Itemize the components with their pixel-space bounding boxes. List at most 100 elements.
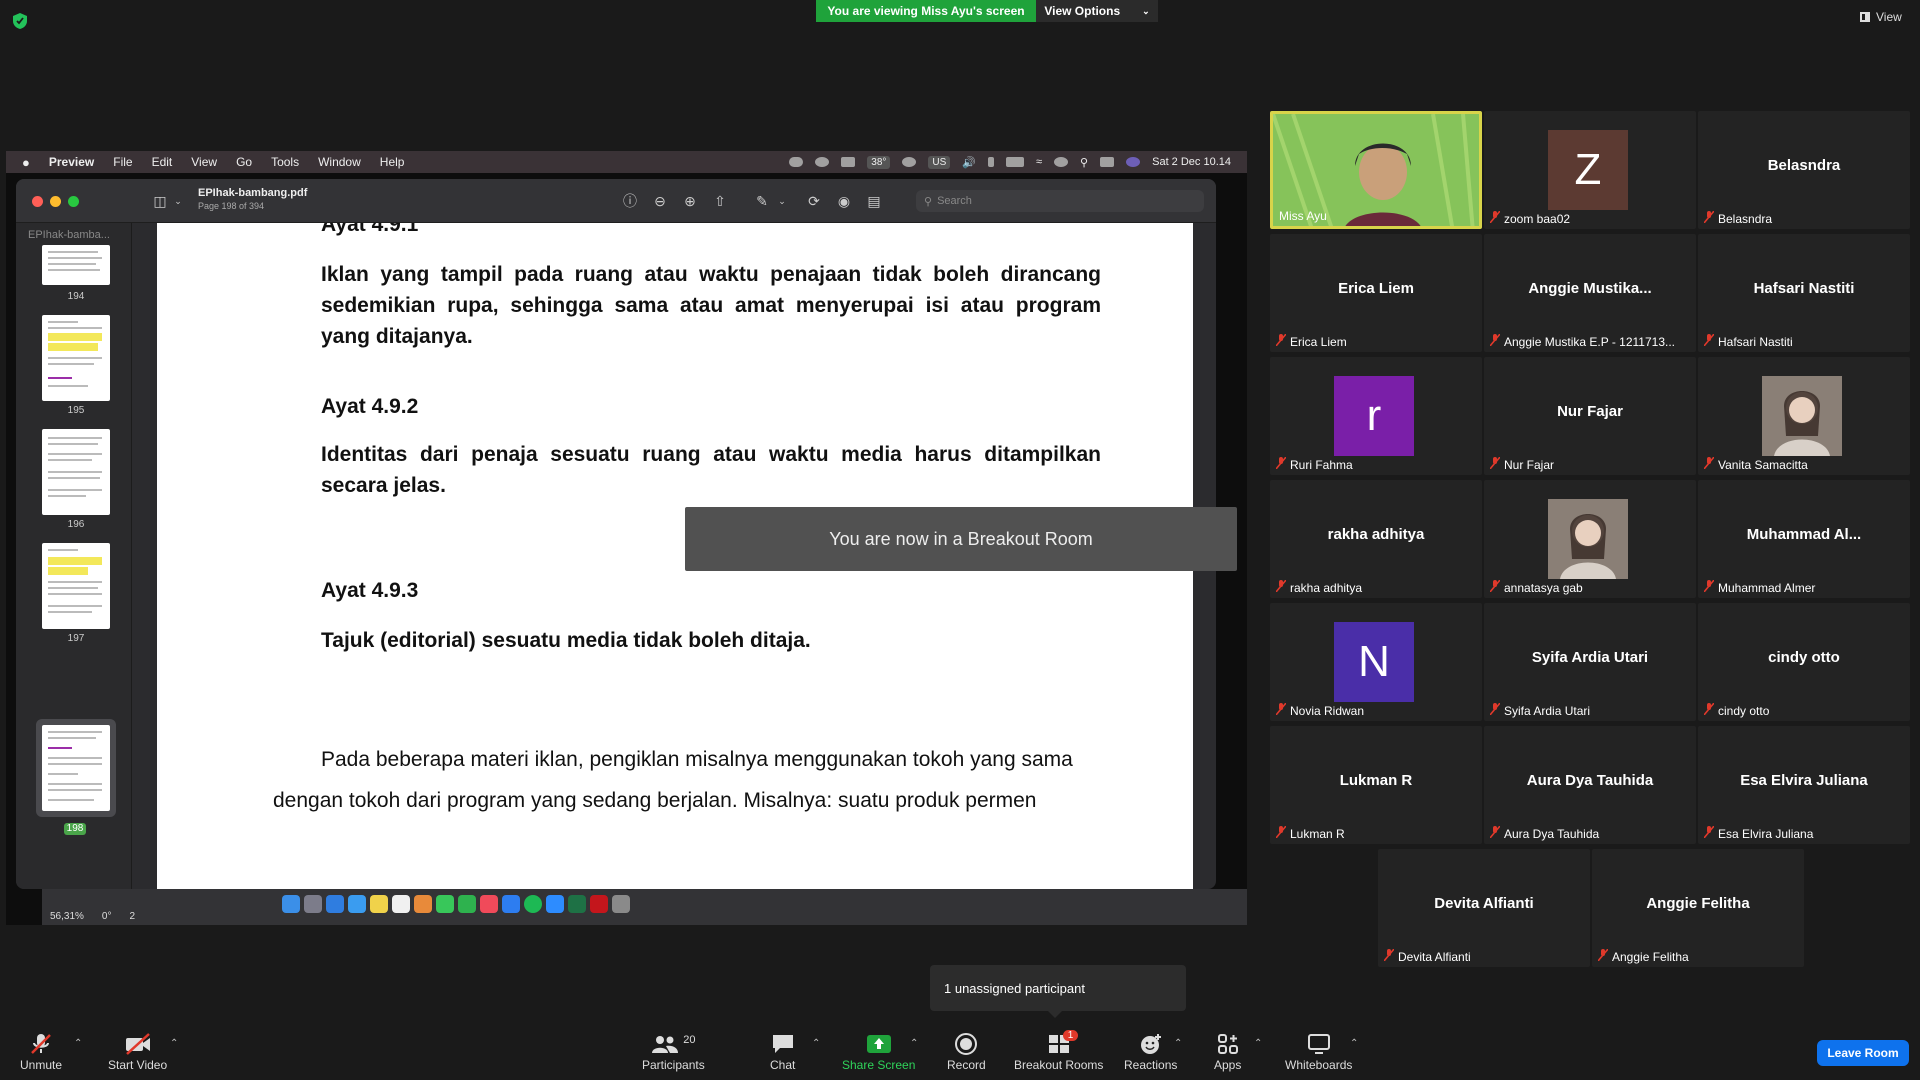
menu-view[interactable]: View bbox=[191, 155, 217, 169]
participant-tile[interactable]: Lukman R Lukman R bbox=[1270, 726, 1482, 844]
battery-icon[interactable] bbox=[1006, 157, 1024, 167]
spotify-icon[interactable] bbox=[524, 895, 542, 913]
safari-icon[interactable] bbox=[326, 895, 344, 913]
participant-tile[interactable]: Esa Elvira Juliana Esa Elvira Juliana bbox=[1698, 726, 1910, 844]
page-thumbnail[interactable] bbox=[42, 245, 110, 285]
zoom-in-icon[interactable]: ⊕ bbox=[682, 193, 698, 209]
participant-tile[interactable]: cindy otto cindy otto bbox=[1698, 603, 1910, 721]
menu-edit[interactable]: Edit bbox=[152, 155, 173, 169]
appstore-icon[interactable] bbox=[502, 895, 520, 913]
view-options-button[interactable]: View Options ⌄ bbox=[1036, 0, 1158, 22]
rotation-value[interactable]: 0° bbox=[102, 911, 112, 922]
menu-preview[interactable]: Preview bbox=[49, 155, 94, 169]
participant-tile[interactable]: Syifa Ardia Utari Syifa Ardia Utari bbox=[1484, 603, 1696, 721]
zoom-out-icon[interactable]: ⊖ bbox=[652, 193, 668, 209]
share-screen-button[interactable]: Share Screen bbox=[842, 1030, 915, 1078]
participant-tile[interactable]: Erica Liem Erica Liem bbox=[1270, 234, 1482, 352]
menu-window[interactable]: Window bbox=[318, 155, 361, 169]
participant-tile[interactable]: Devita Alfianti Devita Alfianti bbox=[1378, 849, 1590, 967]
siri-icon[interactable] bbox=[1126, 157, 1141, 167]
page-number[interactable]: 2 bbox=[129, 911, 135, 922]
wifi-icon[interactable]: ≈ bbox=[1036, 156, 1042, 168]
leave-room-button[interactable]: Leave Room bbox=[1817, 1040, 1909, 1066]
cloud-icon[interactable] bbox=[789, 157, 804, 167]
participant-tile[interactable]: N Novia Ridwan bbox=[1270, 603, 1482, 721]
menubar-datetime[interactable]: Sat 2 Dec 10.14 bbox=[1152, 156, 1231, 168]
participant-tile[interactable]: rakha adhitya rakha adhitya bbox=[1270, 480, 1482, 598]
volume-icon[interactable]: 🔊 bbox=[962, 156, 976, 169]
finder-icon[interactable] bbox=[282, 895, 300, 913]
page-thumbnail[interactable] bbox=[42, 543, 110, 629]
whiteboards-options-caret-icon[interactable]: ⌃ bbox=[1350, 1038, 1358, 1049]
temperature-indicator[interactable]: 38° bbox=[867, 155, 891, 169]
participant-tile[interactable]: annatasya gab bbox=[1484, 480, 1696, 598]
status-app-icon-2[interactable] bbox=[841, 157, 856, 167]
music-icon[interactable] bbox=[480, 895, 498, 913]
security-shield-icon[interactable] bbox=[12, 12, 28, 30]
markup-pen-icon[interactable]: ✎ bbox=[754, 193, 770, 209]
reactions-options-caret-icon[interactable]: ⌃ bbox=[1174, 1038, 1182, 1049]
audio-options-caret-icon[interactable]: ⌃ bbox=[74, 1038, 82, 1049]
messages-icon[interactable] bbox=[436, 895, 454, 913]
trash-icon[interactable] bbox=[612, 895, 630, 913]
chevron-down-icon[interactable]: ⌄ bbox=[170, 193, 186, 209]
sidebar-toggle-icon[interactable]: ◫ bbox=[152, 193, 168, 209]
record-button[interactable]: Record bbox=[947, 1030, 986, 1078]
page-thumbnail-selected[interactable] bbox=[42, 725, 110, 811]
form-fill-icon[interactable]: ▤ bbox=[866, 193, 882, 209]
participant-tile[interactable]: Miss Ayu bbox=[1270, 111, 1482, 229]
acrobat-icon[interactable] bbox=[590, 895, 608, 913]
bluetooth-icon[interactable] bbox=[988, 157, 994, 167]
mail-icon[interactable] bbox=[348, 895, 366, 913]
apple-icon[interactable]: ● bbox=[22, 155, 30, 170]
participant-tile[interactable]: Aura Dya Tauhida Aura Dya Tauhida bbox=[1484, 726, 1696, 844]
page-thumbnail[interactable] bbox=[42, 429, 110, 515]
menu-file[interactable]: File bbox=[113, 155, 132, 169]
launchpad-icon[interactable] bbox=[304, 895, 322, 913]
start-video-button[interactable]: Start Video bbox=[108, 1030, 167, 1078]
minimize-window-icon[interactable] bbox=[50, 196, 61, 207]
participant-tile[interactable]: Hafsari Nastiti Hafsari Nastiti bbox=[1698, 234, 1910, 352]
maximize-window-icon[interactable] bbox=[68, 196, 79, 207]
video-options-caret-icon[interactable]: ⌃ bbox=[170, 1038, 178, 1049]
breakout-rooms-button[interactable]: 1 Breakout Rooms bbox=[1014, 1030, 1103, 1078]
chat-button[interactable]: Chat bbox=[770, 1030, 795, 1078]
close-window-icon[interactable] bbox=[32, 196, 43, 207]
participant-tile[interactable]: Anggie Mustika... Anggie Mustika E.P - 12… bbox=[1484, 234, 1696, 352]
apps-options-caret-icon[interactable]: ⌃ bbox=[1254, 1038, 1262, 1049]
participant-tile[interactable]: Anggie Felitha Anggie Felitha bbox=[1592, 849, 1804, 967]
menu-tools[interactable]: Tools bbox=[271, 155, 299, 169]
user-icon[interactable] bbox=[1054, 157, 1069, 167]
menu-go[interactable]: Go bbox=[236, 155, 252, 169]
reactions-button[interactable]: Reactions bbox=[1124, 1030, 1177, 1078]
search-field[interactable]: ⚲ Search bbox=[916, 190, 1204, 212]
menu-help[interactable]: Help bbox=[380, 155, 405, 169]
participant-tile[interactable]: Muhammad Al... Muhammad Almer bbox=[1698, 480, 1910, 598]
participant-tile[interactable]: Zzoom baa02 bbox=[1484, 111, 1696, 229]
zoom-level[interactable]: 56,31% bbox=[50, 911, 84, 922]
apps-button[interactable]: Apps bbox=[1214, 1030, 1241, 1078]
facetime-icon[interactable] bbox=[458, 895, 476, 913]
share-options-caret-icon[interactable]: ⌃ bbox=[910, 1038, 918, 1049]
photos-icon[interactable] bbox=[414, 895, 432, 913]
rotate-icon[interactable]: ⟳ bbox=[806, 193, 822, 209]
chat-options-caret-icon[interactable]: ⌃ bbox=[812, 1038, 820, 1049]
notes-icon[interactable] bbox=[370, 895, 388, 913]
participant-tile[interactable]: Nur Fajar Nur Fajar bbox=[1484, 357, 1696, 475]
control-center-icon[interactable] bbox=[1100, 157, 1115, 167]
status-app-icon[interactable] bbox=[815, 157, 830, 167]
participant-tile[interactable]: Belasndra Belasndra bbox=[1698, 111, 1910, 229]
unmute-button[interactable]: Unmute bbox=[20, 1030, 62, 1078]
spotlight-search-icon[interactable]: ⚲ bbox=[1080, 156, 1088, 169]
calendar-icon[interactable] bbox=[392, 895, 410, 913]
page-thumbnail[interactable] bbox=[42, 315, 110, 401]
share-icon[interactable]: ⇧ bbox=[712, 193, 728, 209]
chevron-down-icon[interactable]: ⌄ bbox=[774, 193, 790, 209]
info-icon[interactable]: ⓘ bbox=[622, 193, 638, 209]
clock-icon[interactable] bbox=[902, 157, 917, 167]
participant-tile[interactable]: r Ruri Fahma bbox=[1270, 357, 1482, 475]
participant-tile[interactable]: Vanita Samacitta bbox=[1698, 357, 1910, 475]
markup-icon[interactable]: ◉ bbox=[836, 193, 852, 209]
excel-icon[interactable] bbox=[568, 895, 586, 913]
whiteboards-button[interactable]: Whiteboards bbox=[1285, 1030, 1352, 1078]
